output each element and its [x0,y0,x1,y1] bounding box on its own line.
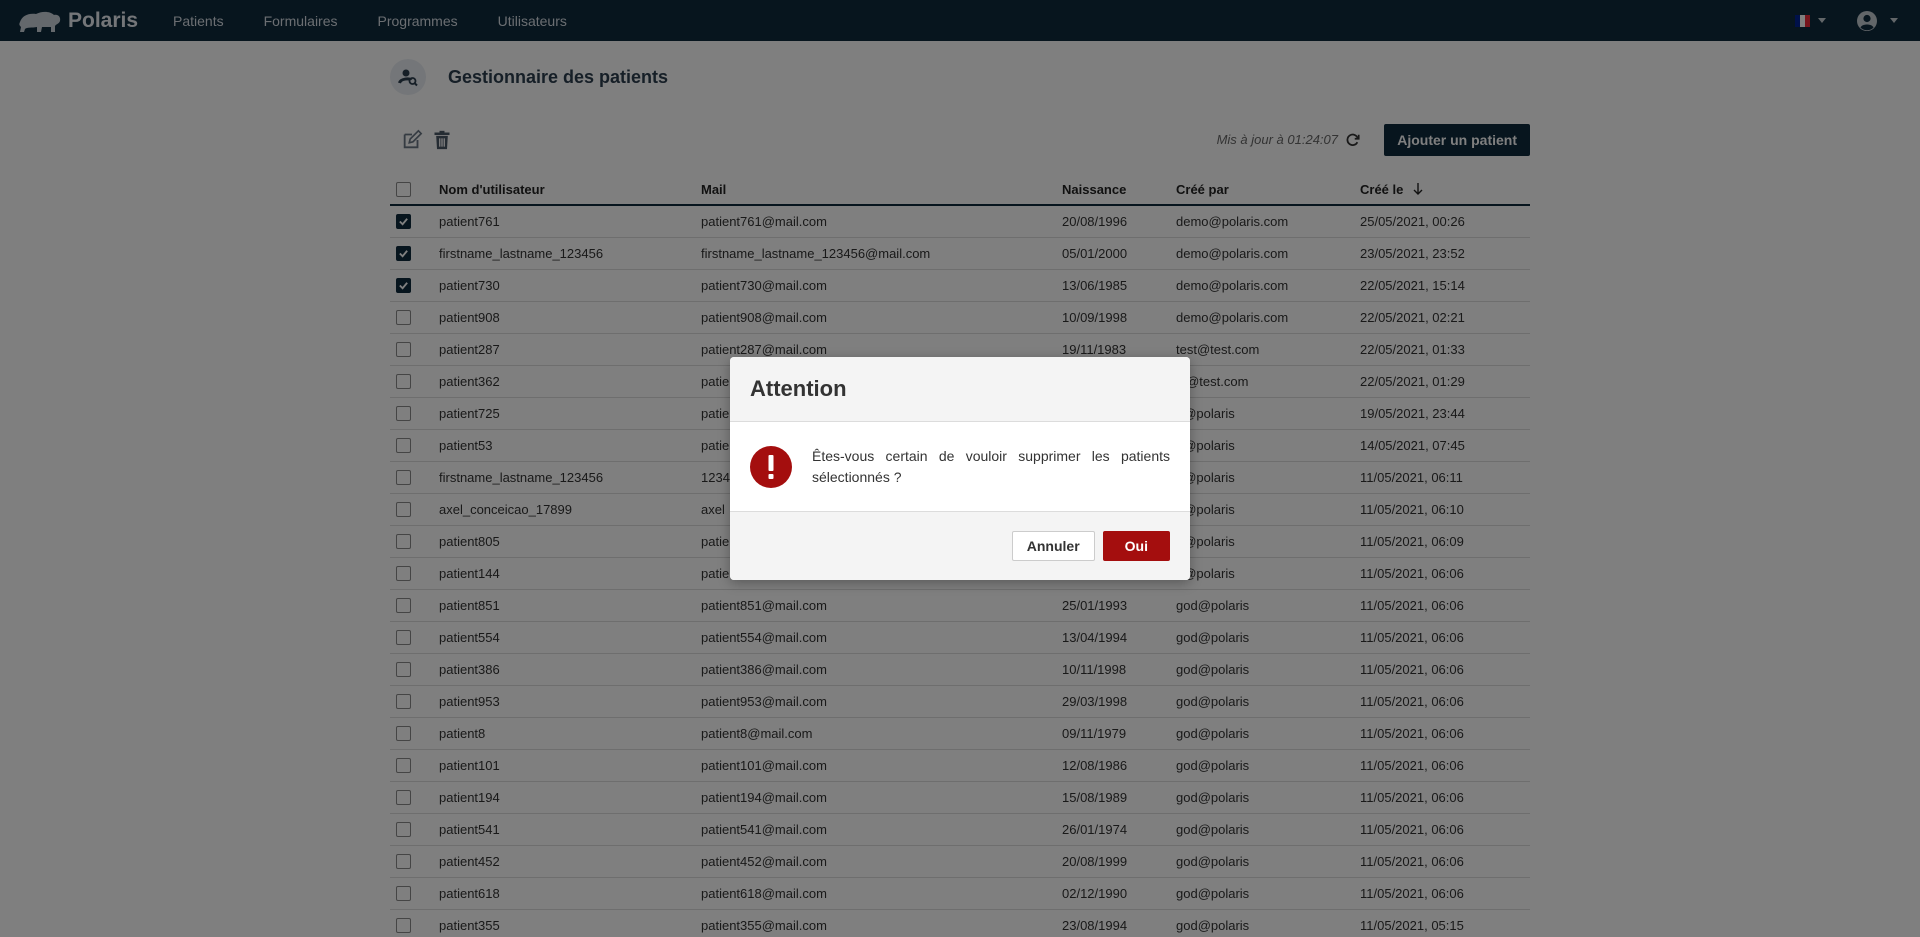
cancel-button[interactable]: Annuler [1011,531,1095,561]
dialog-body: Êtes-vous certain de vouloir supprimer l… [730,422,1190,511]
dialog-header: Attention [730,357,1190,422]
exclamation-icon [750,445,792,488]
confirm-button[interactable]: Oui [1102,531,1170,561]
dialog-message: Êtes-vous certain de vouloir supprimer l… [812,447,1170,485]
dialog-footer: Annuler Oui [730,511,1190,580]
dialog-title: Attention [750,376,847,401]
confirm-delete-dialog: Attention Êtes-vous certain de vouloir s… [730,357,1190,580]
